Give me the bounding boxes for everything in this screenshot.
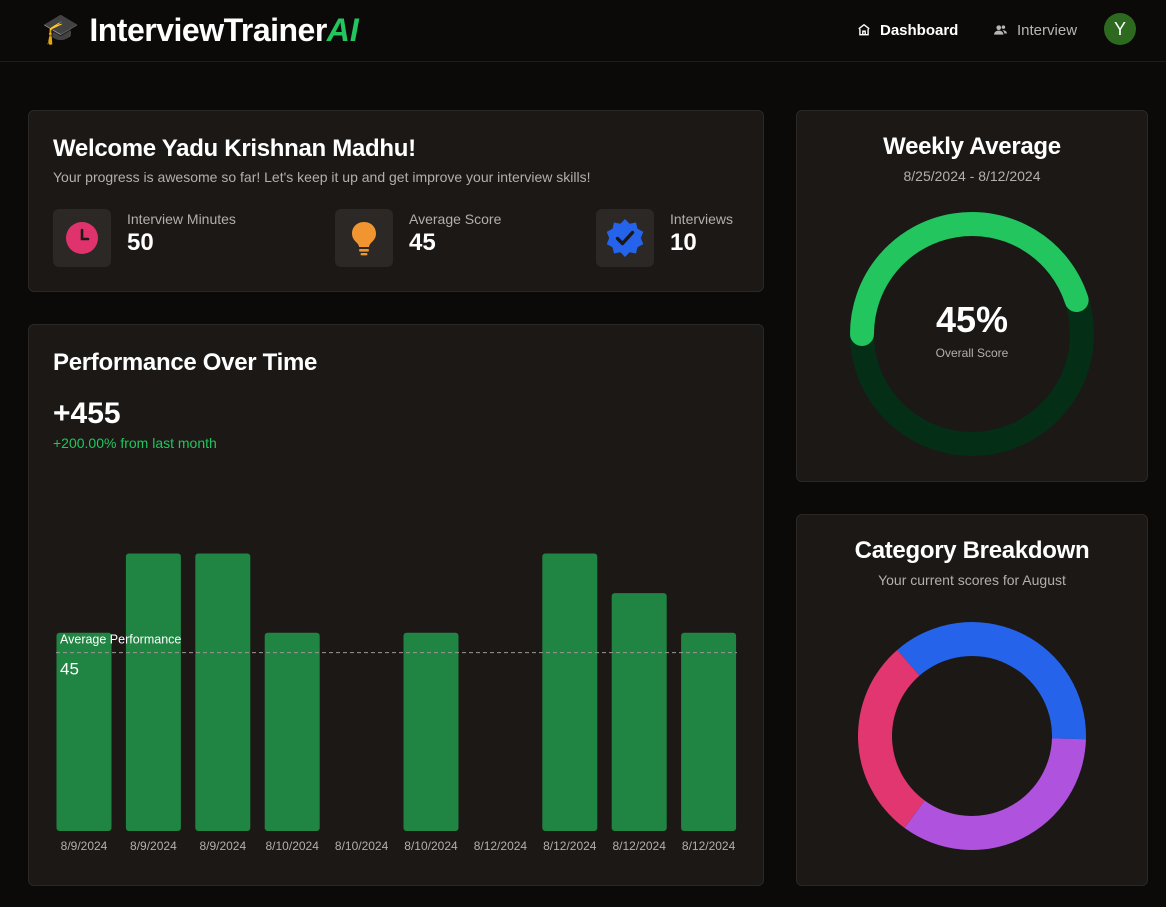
- x-tick-label: 8/10/2024: [335, 839, 389, 853]
- stat-value: 10: [670, 229, 697, 256]
- weekly-title: Weekly Average: [883, 133, 1061, 160]
- stat-icon-box: [335, 209, 393, 267]
- x-tick-label: 8/12/2024: [474, 839, 528, 853]
- users-icon: [994, 25, 1007, 35]
- donut-segment[interactable]: [897, 622, 1086, 740]
- nav-interview-label: Interview: [1017, 21, 1078, 39]
- performance-bar-chart: 8/9/2024 8/9/2024 8/9/2024 8/10/2024 8/10/20…: [56, 553, 737, 853]
- home-icon: [858, 23, 870, 36]
- stat-label: Interviews: [670, 211, 734, 227]
- x-tick-label: 8/10/2024: [266, 839, 320, 853]
- chart-bar[interactable]: [195, 553, 251, 831]
- x-tick-label: 8/12/2024: [613, 839, 667, 853]
- x-tick-label: 8/9/2024: [130, 839, 177, 853]
- category-title: Category Breakdown: [854, 537, 1090, 564]
- stat-value: 45: [409, 229, 436, 256]
- weekly-average-card: Weekly Average 8/25/2024 - 8/12/2024 45%…: [796, 110, 1148, 482]
- clock-icon: [66, 222, 98, 254]
- x-tick-label: 8/9/2024: [61, 839, 108, 853]
- chart-bar[interactable]: [125, 553, 181, 831]
- logo-ai-text: AI: [326, 11, 359, 48]
- category-donut-chart: [858, 622, 1086, 850]
- stat-value: 50: [127, 229, 154, 256]
- overall-score-value: 45%: [935, 299, 1009, 340]
- verified-badge-icon: [606, 219, 644, 257]
- x-tick-label: 8/10/2024: [404, 839, 458, 853]
- category-breakdown-card: Category Breakdown Your current scores f…: [796, 514, 1148, 886]
- chart-bar[interactable]: [403, 632, 459, 831]
- user-avatar[interactable]: Y: [1104, 13, 1136, 45]
- x-tick-label: 8/12/2024: [682, 839, 736, 853]
- chart-bar[interactable]: [611, 593, 667, 831]
- donut-segment[interactable]: [858, 649, 925, 828]
- chart-bar[interactable]: [264, 632, 320, 831]
- welcome-title: Welcome Yadu Krishnan Madhu!: [53, 135, 416, 162]
- reference-line-value: 45: [60, 660, 79, 679]
- nav-interview-link[interactable]: Interview: [993, 18, 1077, 42]
- stat-icon-box: [53, 209, 111, 267]
- chart-bar[interactable]: [542, 553, 598, 831]
- stat-label: Average Score: [409, 211, 502, 227]
- chart-bar[interactable]: [681, 632, 737, 831]
- reference-line-label: Average Performance: [60, 633, 181, 647]
- donut-segment[interactable]: [904, 738, 1086, 850]
- nav-dashboard-link[interactable]: Dashboard: [857, 18, 958, 42]
- overall-score-label: Overall Score: [935, 346, 1009, 360]
- stat-icon-box: [596, 209, 654, 267]
- x-tick-label: 8/9/2024: [199, 839, 246, 853]
- performance-card: Performance Over Time +455 +200.00% from…: [28, 324, 764, 886]
- app-logo[interactable]: 🎓 InterviewTrainer AI: [42, 10, 359, 50]
- top-nav-bar: 🎓 InterviewTrainer AI Dashboard Interview…: [0, 0, 1166, 62]
- lightbulb-icon: [352, 222, 376, 256]
- welcome-card: Welcome Yadu Krishnan Madhu! Your progre…: [28, 110, 764, 292]
- welcome-subtitle: Your progress is awesome so far! Let's k…: [53, 169, 591, 185]
- stat-label: Interview Minutes: [127, 211, 236, 227]
- nav-dashboard-label: Dashboard: [880, 21, 959, 39]
- weekly-date-range: 8/25/2024 - 8/12/2024: [903, 168, 1041, 184]
- x-tick-label: 8/12/2024: [543, 839, 597, 853]
- logo-text: InterviewTrainer: [89, 11, 327, 48]
- graduation-cap-icon: 🎓: [42, 13, 80, 46]
- category-subtitle: Your current scores for August: [878, 572, 1066, 588]
